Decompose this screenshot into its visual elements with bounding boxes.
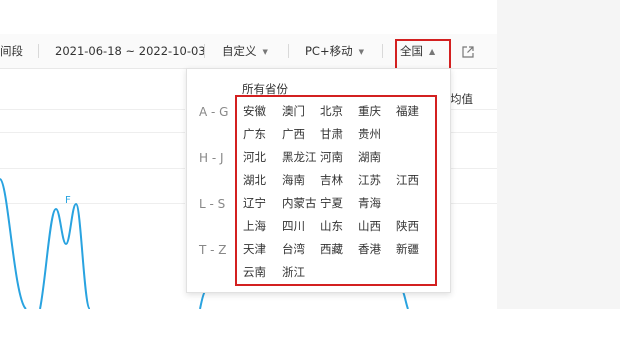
divider [38, 44, 39, 58]
peak-label: F [65, 195, 71, 206]
external-link-icon[interactable] [462, 46, 474, 58]
group-label-a-g: A - G [199, 105, 229, 119]
custom-select-label: 自定义 [222, 44, 257, 58]
group-label-t-z: T - Z [199, 243, 227, 257]
divider [204, 44, 205, 58]
background-area [497, 0, 620, 309]
average-label: 均值 [450, 92, 473, 106]
group-label-h-j: H - J [199, 151, 224, 165]
period-label: 间段 [0, 44, 23, 58]
divider [382, 44, 383, 58]
region-highlight-box [395, 39, 451, 71]
divider [288, 44, 289, 58]
device-select[interactable]: PC+移动 ▼ [305, 34, 364, 68]
custom-select[interactable]: 自定义 ▼ [222, 34, 268, 68]
device-select-label: PC+移动 [305, 44, 353, 58]
province-highlight-box [235, 95, 437, 286]
date-range-picker[interactable]: 2021-06-18 ~ 2022-10-03 [55, 34, 206, 68]
group-label-l-s: L - S [199, 197, 226, 211]
caret-down-icon: ▼ [262, 48, 268, 56]
caret-down-icon: ▼ [358, 48, 364, 56]
